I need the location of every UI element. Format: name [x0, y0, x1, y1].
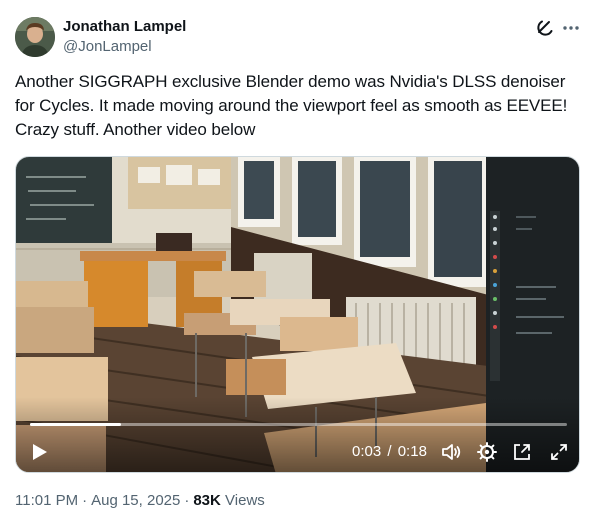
views-count: 83K [193, 492, 221, 509]
tweet-date[interactable]: Aug 15, 2025 [91, 492, 180, 509]
play-icon[interactable] [28, 441, 50, 463]
meta-separator: · [82, 492, 88, 509]
settings-gear-icon[interactable] [476, 441, 498, 463]
author-handle[interactable]: @JonLampel [63, 38, 152, 55]
author-name[interactable]: Jonathan Lampel [63, 18, 186, 35]
video-progress-fill [30, 423, 122, 426]
video-time-separator: / [387, 443, 392, 460]
tweet-time[interactable]: 11:01 PM [15, 492, 78, 509]
tweet-text: Another SIGGRAPH exclusive Blender demo … [15, 72, 568, 139]
video-duration: 0:18 [397, 443, 427, 460]
video-time: 0:03 / 0:18 [352, 443, 427, 460]
meta-separator: · [184, 492, 190, 509]
video-current-time: 0:03 [352, 443, 382, 460]
fullscreen-icon[interactable] [548, 441, 570, 463]
tweet-meta: 11:01 PM · Aug 15, 2025 · 83K Views [15, 492, 265, 509]
avatar[interactable] [15, 17, 55, 57]
grok-icon[interactable] [534, 17, 556, 39]
picture-in-picture-icon[interactable] [511, 441, 533, 463]
views-label: Views [225, 492, 265, 509]
video-progress-bar[interactable] [30, 423, 567, 426]
volume-icon[interactable] [440, 441, 462, 463]
more-icon[interactable] [560, 17, 582, 39]
video-player[interactable]: 0:03 / 0:18 [15, 156, 580, 473]
